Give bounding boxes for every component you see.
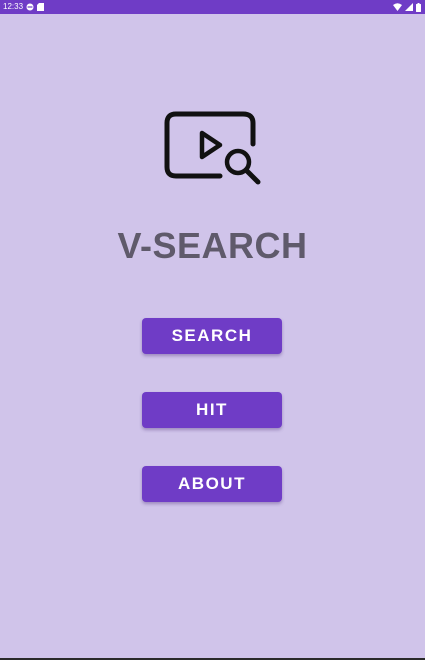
battery-icon xyxy=(416,2,421,12)
status-bar-right xyxy=(393,0,421,14)
cellular-signal-icon xyxy=(405,3,413,11)
wifi-icon xyxy=(393,3,402,11)
app-title: V-SEARCH xyxy=(117,225,308,266)
status-bar: 12:33 xyxy=(0,0,425,14)
sd-card-icon xyxy=(37,3,45,11)
search-button[interactable]: SEARCH xyxy=(142,318,282,354)
status-time: 12:33 xyxy=(3,2,24,11)
status-bar-left: 12:33 xyxy=(3,0,45,14)
about-button[interactable]: ABOUT xyxy=(142,466,282,502)
video-search-icon xyxy=(162,108,264,188)
do-not-disturb-icon xyxy=(26,3,34,11)
hit-button[interactable]: HIT xyxy=(142,392,282,428)
